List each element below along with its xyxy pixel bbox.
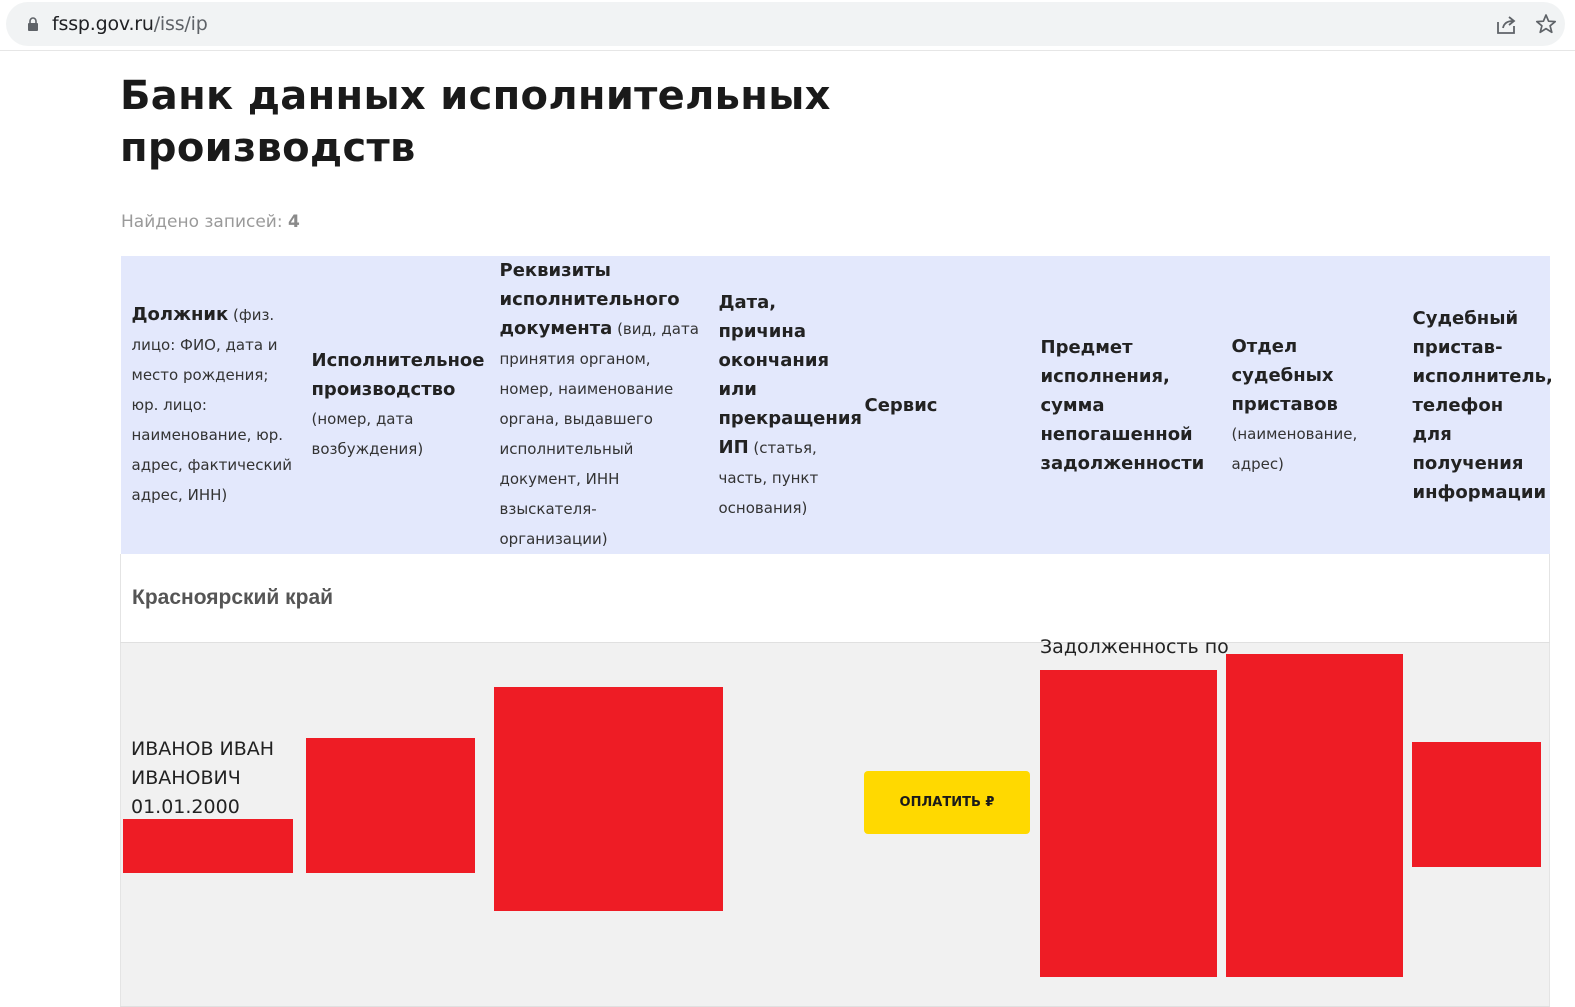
records-found: Найдено записей: 4 (121, 212, 300, 232)
debtor-name: ИВАНОВ ИВАН ИВАНОВИЧ (131, 738, 275, 789)
url-domain: fssp.gov.ru (52, 13, 154, 35)
debt-label: Задолженность по (1040, 636, 1229, 658)
records-found-label: Найдено записей: (121, 212, 283, 232)
header-subject-debt: Предмет исполнения, сумма непогашенной з… (1040, 336, 1205, 474)
debtor-info: ИВАНОВ ИВАН ИВАНОВИЧ 01.01.2000 (131, 735, 281, 822)
redaction-proceeding (306, 738, 475, 873)
page-title: Банк данных исполнительных производств (120, 73, 831, 171)
header-enforcement-proceeding: Исполнительное производство (номер, дата … (311, 350, 485, 458)
header-service: Сервис (864, 394, 938, 416)
redaction-bailiff (1412, 742, 1541, 867)
url-path: /iss/ip (153, 13, 208, 35)
debtor-birth-date: 01.01.2000 (131, 796, 240, 818)
records-found-count: 4 (288, 212, 300, 232)
address-bar[interactable]: fssp.gov.ru/iss/ip (6, 2, 1565, 46)
lock-icon (28, 17, 38, 31)
table-header-row: Должник (физ. лицо: ФИО, дата и место ро… (120, 256, 1553, 554)
redaction-document (494, 687, 723, 911)
header-debtor: Должник (физ. лицо: ФИО, дата и место ро… (131, 304, 293, 504)
header-bailiff-department: Отдел судебных приставов (наименование, а… (1231, 335, 1358, 473)
redaction-subject (1040, 670, 1217, 977)
header-end-date-reason: Дата, причина окончания или прекращения … (718, 291, 863, 517)
redaction-debtor (123, 819, 293, 873)
region-row: Красноярский край (120, 554, 1550, 643)
star-icon[interactable] (1535, 13, 1557, 35)
url-text[interactable]: fssp.gov.ru/iss/ip (52, 13, 208, 35)
pay-button[interactable]: ОПЛАТИТЬ ₽ (864, 771, 1030, 834)
header-bailiff: Судебный пристав-исполнитель, телефон дл… (1412, 307, 1553, 503)
share-icon[interactable] (1495, 14, 1517, 36)
region-name: Красноярский край (120, 554, 1550, 643)
cell-end-date (707, 642, 854, 1007)
header-document-details: Реквизиты исполнительного документа (вид… (499, 260, 699, 548)
browser-toolbar: fssp.gov.ru/iss/ip (0, 0, 1575, 51)
redaction-department (1226, 654, 1403, 977)
